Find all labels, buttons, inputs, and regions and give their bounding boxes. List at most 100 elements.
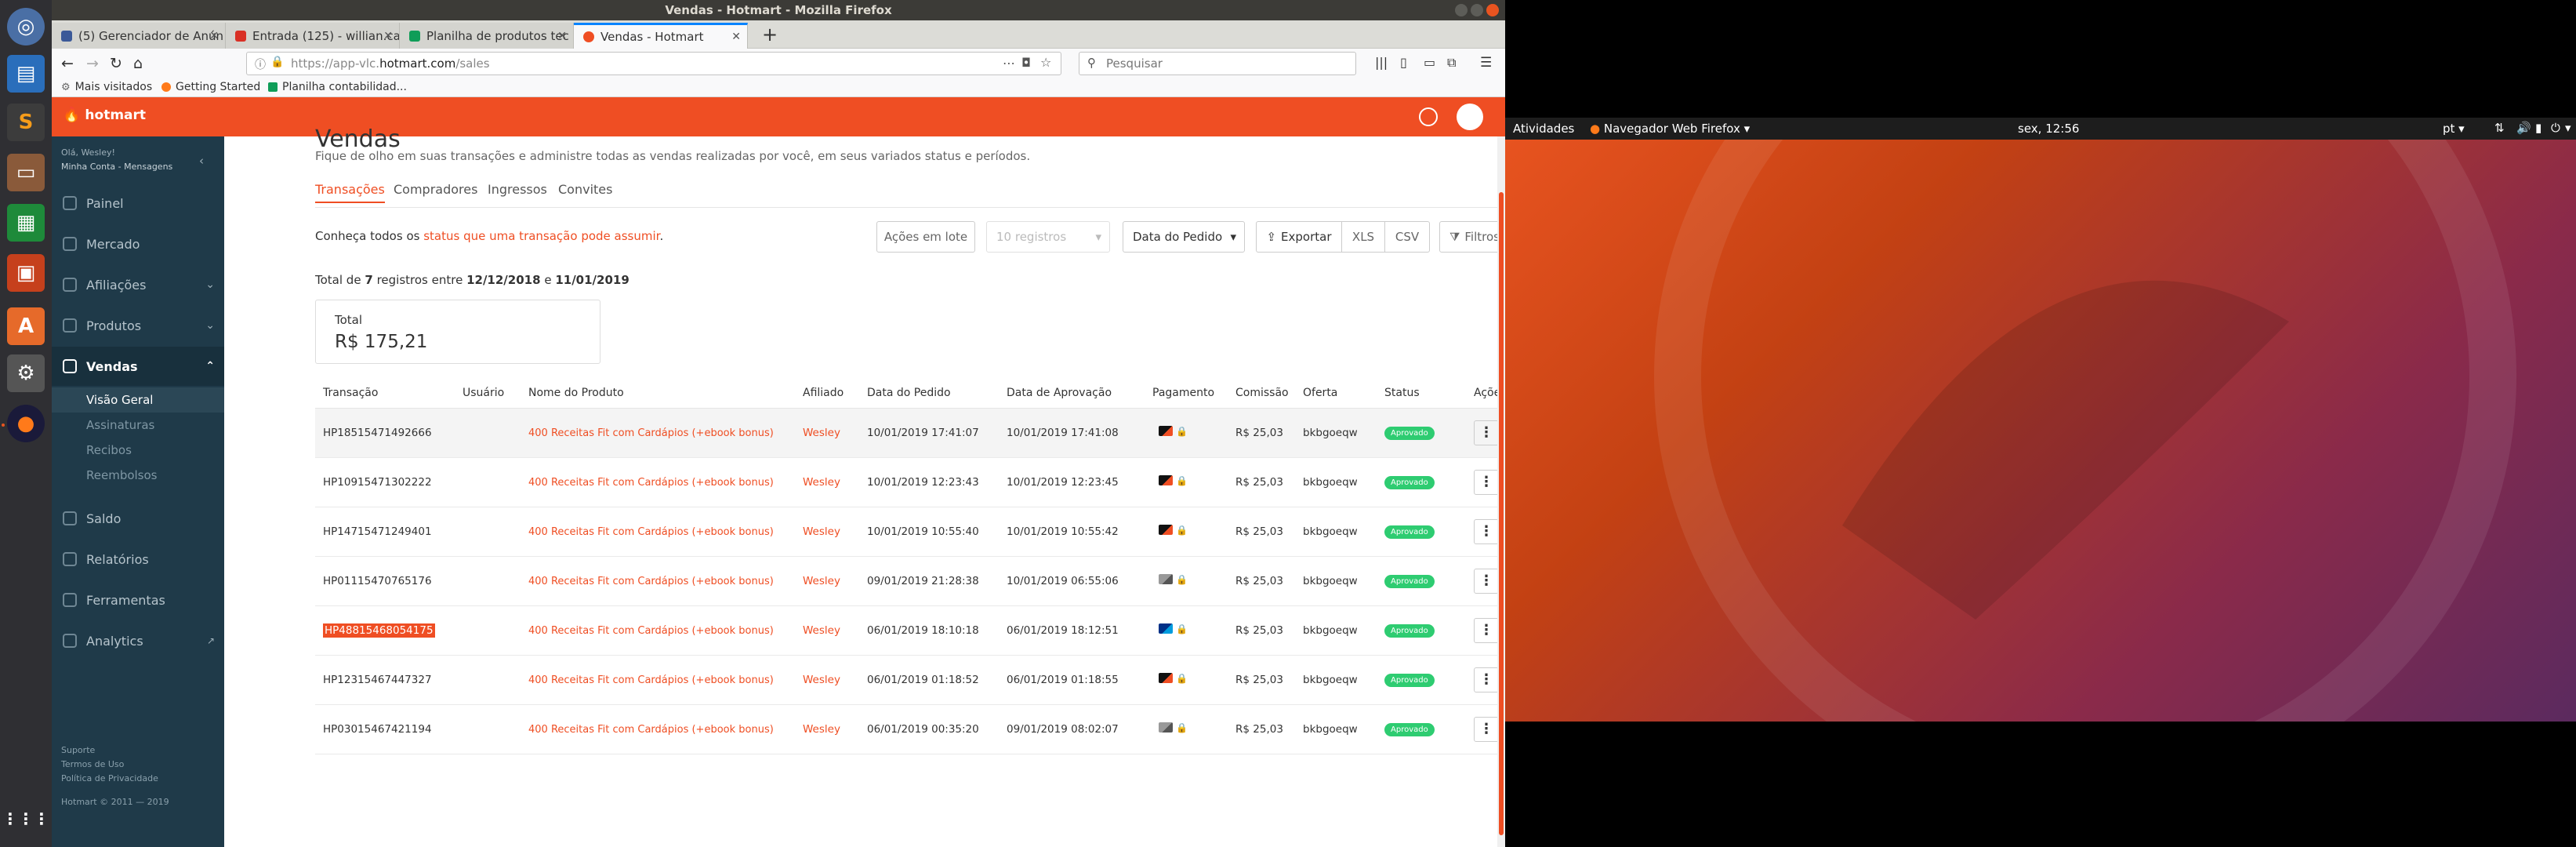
sidebar-sub-assinaturas[interactable]: Assinaturas [52, 413, 224, 438]
row-actions-button[interactable]: ⋮ [1474, 568, 1499, 594]
row-actions-button[interactable]: ⋮ [1474, 469, 1499, 495]
privacy-link[interactable]: Política de Privacidade [61, 773, 158, 783]
close-tab-icon[interactable]: ✕ [731, 31, 741, 43]
library-icon[interactable]: ||| [1375, 55, 1388, 70]
sidebar-item-analytics[interactable]: Analytics ↗ [52, 621, 224, 660]
affiliate-link[interactable]: Wesley [803, 624, 840, 637]
pocket-icon[interactable]: ◘ [1021, 56, 1031, 70]
system-menu-chevron-icon[interactable]: ▾ [2565, 121, 2571, 135]
close-tab-icon[interactable]: ✕ [557, 30, 567, 42]
transaction-id[interactable]: HP10915471302222 [323, 476, 432, 489]
hamburger-menu-icon[interactable]: ☰ [1480, 55, 1492, 71]
sidebar-item-relatorios[interactable]: Relatórios [52, 540, 224, 579]
bookmark-planilha[interactable]: Planilha contabilidad... [268, 81, 407, 93]
support-icon[interactable] [1419, 107, 1438, 126]
tab-transacoes[interactable]: Transações [315, 182, 385, 203]
clock[interactable]: sex, 12:56 [2018, 122, 2079, 136]
writer-icon[interactable]: ▤ [7, 55, 45, 93]
cell-transaction[interactable]: HP01115470765176 [315, 556, 455, 606]
transaction-id[interactable]: HP48815468054175 [323, 623, 435, 638]
sidebar-sub-reembolsos[interactable]: Reembolsos [52, 463, 224, 488]
close-tab-icon[interactable]: ✕ [209, 30, 219, 42]
table-row[interactable]: HP14715471249401 400 Receitas Fit com Car… [315, 507, 1508, 557]
software-center-icon[interactable]: A [7, 307, 45, 345]
product-link[interactable]: 400 Receitas Fit com Cardápios (+ebook b… [528, 576, 774, 587]
sidebar-item-saldo[interactable]: Saldo [52, 499, 224, 538]
product-link[interactable]: 400 Receitas Fit com Cardápios (+ebook b… [528, 526, 774, 538]
cell-transaction[interactable]: HP10915471302222 [315, 457, 455, 507]
bookmark-most-visited[interactable]: ⚙ Mais visitados [61, 81, 152, 93]
hotmart-logo[interactable]: 🔥 hotmart [63, 107, 146, 123]
tab-facebook[interactable]: (5) Gerenciador de Anún ✕ [52, 23, 226, 49]
transaction-id[interactable]: HP18515471492666 [323, 427, 432, 439]
impress-icon[interactable]: ▣ [7, 254, 45, 292]
network-icon[interactable]: ⇅ [2494, 121, 2505, 135]
close-window-button[interactable] [1486, 4, 1499, 16]
avatar[interactable] [1457, 104, 1483, 130]
sidebar-toggle-icon[interactable]: ▯ [1400, 55, 1407, 70]
scrollbar-thumb[interactable] [1499, 192, 1504, 835]
xls-button[interactable]: XLS [1341, 221, 1385, 253]
settings-icon[interactable]: ⚙ [7, 354, 45, 392]
export-button[interactable]: ⇪ Exportar [1256, 221, 1342, 253]
row-actions-button[interactable]: ⋮ [1474, 518, 1499, 544]
file-manager-icon[interactable]: ▭ [7, 154, 45, 191]
affiliate-link[interactable]: Wesley [803, 674, 840, 686]
maximize-button[interactable] [1471, 4, 1483, 16]
affiliate-link[interactable]: Wesley [803, 723, 840, 736]
bookmark-getting-started[interactable]: Getting Started [161, 81, 260, 93]
search-bar[interactable]: ⚲ Pesquisar [1079, 52, 1356, 75]
row-actions-button[interactable]: ⋮ [1474, 667, 1499, 693]
status-link[interactable]: status que uma transação pode assumir [423, 229, 659, 243]
table-row[interactable]: HP10915471302222 400 Receitas Fit com Car… [315, 457, 1508, 507]
sidebar-item-afiliacoes[interactable]: Afiliações ⌄ [52, 265, 224, 304]
forward-icon[interactable]: → [86, 55, 99, 72]
cell-transaction[interactable]: HP14715471249401 [315, 507, 455, 557]
account-links[interactable]: Minha Conta - Mensagens [61, 162, 172, 172]
page-actions-icon[interactable]: ⋯ [1003, 56, 1015, 71]
show-applications-icon[interactable]: ⋮⋮⋮ [2, 800, 49, 838]
chromium-icon[interactable]: ◎ [7, 8, 45, 45]
battery-icon[interactable]: ▮ [2535, 121, 2542, 135]
close-tab-icon[interactable]: ✕ [383, 30, 393, 42]
url-bar[interactable]: ⓘ 🔒 https://app-vlc. hotmart.com/sales ⋯ … [246, 52, 1061, 75]
cell-transaction[interactable]: HP18515471492666 [315, 408, 455, 458]
table-row[interactable]: HP48815468054175 400 Receitas Fit com Car… [315, 605, 1508, 656]
product-link[interactable]: 400 Receitas Fit com Cardápios (+ebook b… [528, 477, 774, 489]
affiliate-link[interactable]: Wesley [803, 575, 840, 587]
tab-sheets[interactable]: Planilha de produtos tec ✕ [400, 23, 574, 49]
sidebar-item-vendas[interactable]: Vendas ⌃ [52, 347, 224, 386]
date-type-select[interactable]: Data do Pedido ▾ [1123, 221, 1245, 253]
cell-transaction[interactable]: HP03015467421194 [315, 704, 455, 754]
product-link[interactable]: 400 Receitas Fit com Cardápios (+ebook b… [528, 674, 774, 686]
product-link[interactable]: 400 Receitas Fit com Cardápios (+ebook b… [528, 625, 774, 637]
terms-link[interactable]: Termos de Uso [61, 759, 124, 769]
back-icon[interactable]: ← [61, 55, 74, 72]
affiliate-link[interactable]: Wesley [803, 427, 840, 439]
csv-button[interactable]: CSV [1384, 221, 1430, 253]
calc-icon[interactable]: ▦ [7, 204, 45, 242]
support-link[interactable]: Suporte [61, 745, 95, 755]
collapse-sidebar-icon[interactable]: ‹ [199, 154, 204, 168]
app-menu[interactable]: ● Navegador Web Firefox ▾ [1590, 122, 1750, 136]
transaction-id[interactable]: HP03015467421194 [323, 723, 432, 736]
minimize-button[interactable] [1455, 4, 1468, 16]
firefox-icon[interactable]: ● [7, 405, 45, 442]
sublime-text-icon[interactable]: S [7, 104, 45, 141]
product-link[interactable]: 400 Receitas Fit com Cardápios (+ebook b… [528, 427, 774, 439]
tab-convites[interactable]: Convites [558, 182, 612, 202]
transaction-id[interactable]: HP12315467447327 [323, 674, 432, 686]
sidebar-item-mercado[interactable]: Mercado [52, 224, 224, 264]
product-link[interactable]: 400 Receitas Fit com Cardápios (+ebook b… [528, 724, 774, 736]
sidebar-sub-recibos[interactable]: Recibos [52, 438, 224, 463]
row-actions-button[interactable]: ⋮ [1474, 617, 1499, 643]
bookmark-star-icon[interactable]: ☆ [1040, 55, 1051, 70]
tab-ingressos[interactable]: Ingressos [488, 182, 547, 202]
sidebar-item-painel[interactable]: Painel [52, 184, 224, 223]
volume-icon[interactable]: 🔊 [2516, 121, 2531, 135]
input-language-indicator[interactable]: pt ▾ [2443, 122, 2465, 136]
activities-button[interactable]: Atividades [1513, 122, 1574, 136]
sidebar-item-ferramentas[interactable]: Ferramentas [52, 580, 224, 620]
per-page-select[interactable]: 10 registros ▾ [986, 221, 1110, 253]
transaction-id[interactable]: HP01115470765176 [323, 575, 432, 587]
